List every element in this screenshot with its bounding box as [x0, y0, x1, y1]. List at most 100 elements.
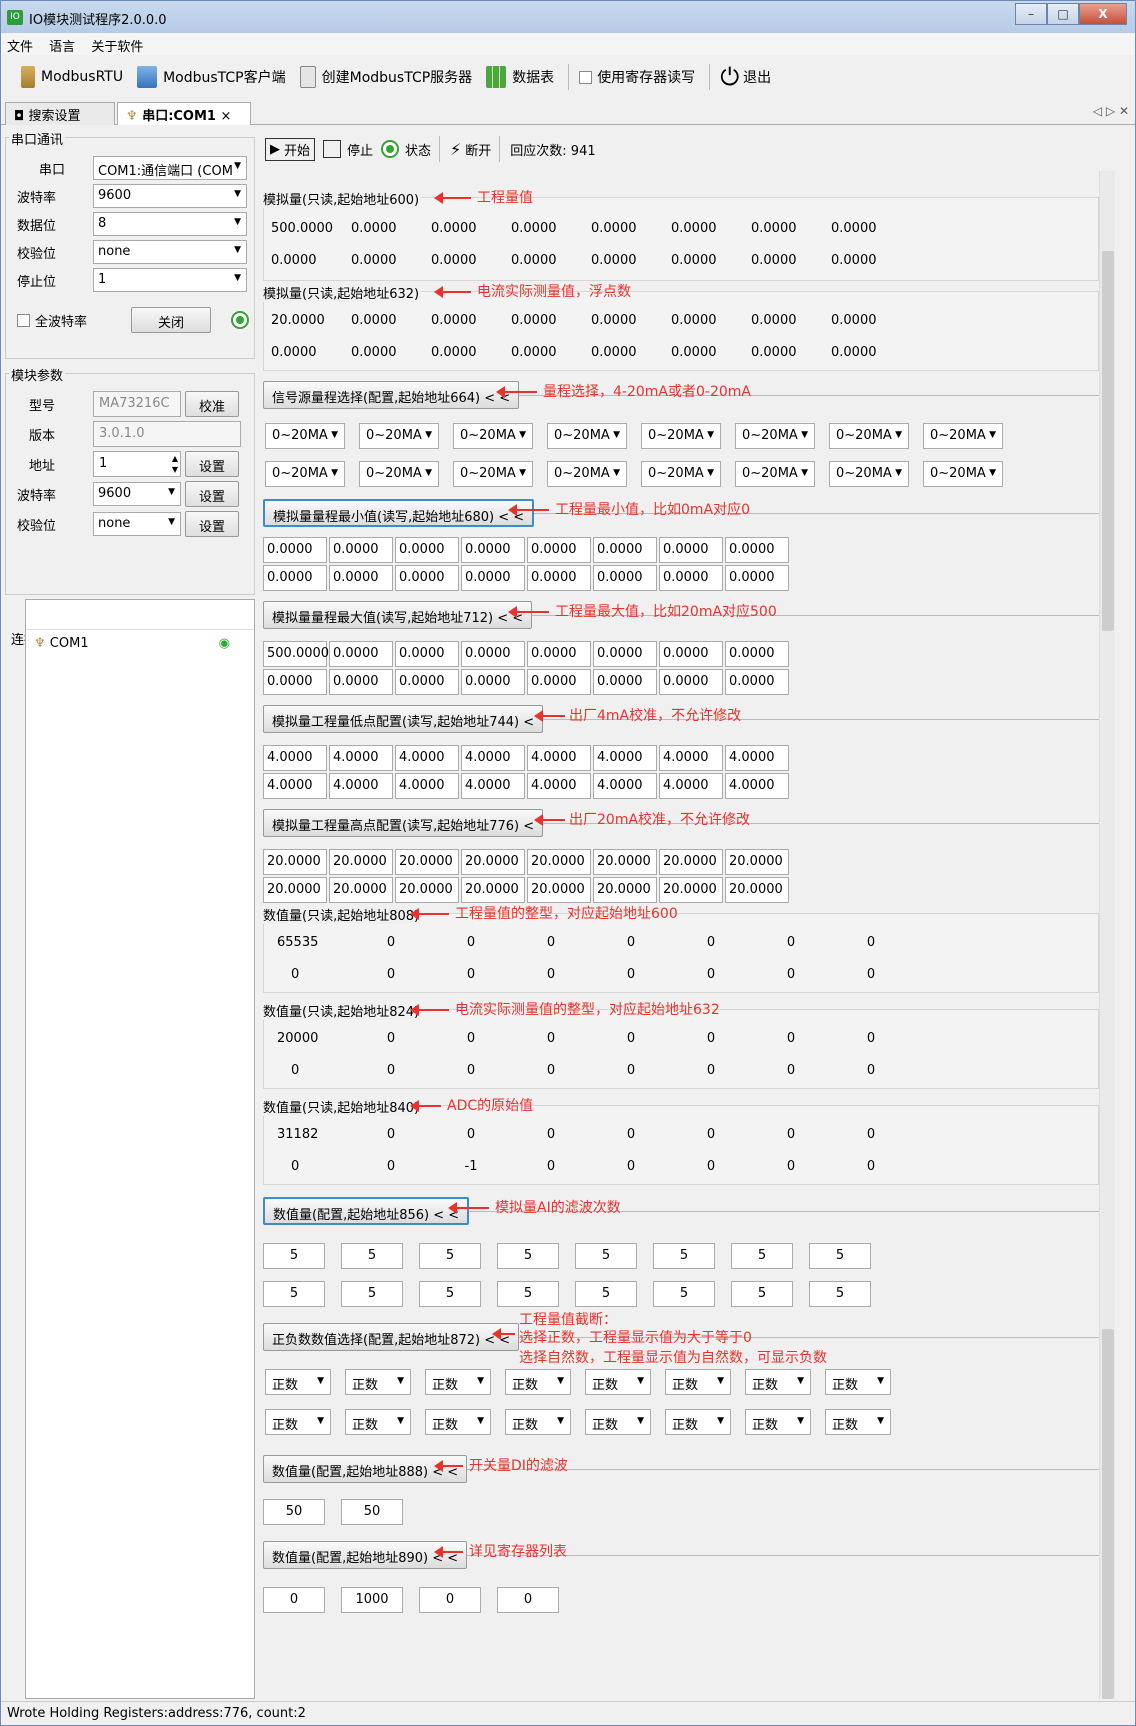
set-baud-button[interactable]: 设置 [185, 481, 239, 507]
maximize-button[interactable]: □ [1047, 3, 1079, 25]
range-select[interactable]: 0~20MA ▼ [829, 423, 909, 449]
close-window-button[interactable]: X [1079, 3, 1127, 25]
range-select[interactable]: 0~20MA ▼ [829, 461, 909, 487]
value-input[interactable]: 5 [419, 1243, 481, 1269]
scrollbar-thumb[interactable] [1102, 251, 1114, 631]
range-select[interactable]: 0~20MA ▼ [359, 423, 439, 449]
value-input[interactable]: 5 [575, 1243, 637, 1269]
value-input[interactable]: 4.0000 [329, 745, 393, 771]
value-input[interactable]: 50 [263, 1499, 325, 1525]
value-input[interactable]: 5 [809, 1281, 871, 1307]
value-input[interactable]: 0.0000 [329, 669, 393, 695]
sign-select[interactable]: 正数 ▼ [265, 1409, 331, 1435]
value-input[interactable]: 5 [653, 1281, 715, 1307]
value-input[interactable]: 20.0000 [659, 849, 723, 875]
value-input[interactable]: 0.0000 [263, 669, 327, 695]
value-input[interactable]: 5 [263, 1243, 325, 1269]
sign-select[interactable]: 正数 ▼ [585, 1369, 651, 1395]
scrollbar-thumb[interactable] [1102, 1329, 1114, 1699]
value-input[interactable]: 0.0000 [725, 669, 789, 695]
start-button[interactable]: ▶ 开始 [265, 137, 316, 161]
range-select[interactable]: 0~20MA ▼ [359, 461, 439, 487]
value-input[interactable]: 4.0000 [263, 773, 327, 799]
value-input[interactable]: 0.0000 [593, 565, 657, 591]
value-input[interactable]: 5 [653, 1243, 715, 1269]
value-input[interactable]: 0 [419, 1587, 481, 1613]
sign-select[interactable]: 正数 ▼ [665, 1369, 731, 1395]
spinner-arrows-icon[interactable]: ▲ ▼ [172, 453, 178, 475]
value-input[interactable]: 4.0000 [527, 745, 591, 771]
status-button[interactable]: 状态 [381, 140, 431, 159]
value-input[interactable]: 0.0000 [527, 537, 591, 563]
range-select[interactable]: 0~20MA ▼ [453, 461, 533, 487]
value-input[interactable]: 5 [341, 1243, 403, 1269]
value-input[interactable]: 20.0000 [263, 877, 327, 903]
value-input[interactable]: 20.0000 [461, 849, 525, 875]
value-input[interactable]: 0.0000 [461, 669, 525, 695]
port-select[interactable]: COM1:通信端口 (COM ▼ [93, 156, 247, 180]
modbus-rtu-button[interactable]: ModbusRTU [21, 66, 123, 88]
value-input[interactable]: 4.0000 [725, 745, 789, 771]
minimize-button[interactable]: – [1015, 3, 1047, 25]
value-input[interactable]: 20.0000 [395, 849, 459, 875]
value-input[interactable]: 0.0000 [527, 565, 591, 591]
value-input[interactable]: 5 [497, 1281, 559, 1307]
value-input[interactable]: 4.0000 [329, 773, 393, 799]
value-input[interactable]: 0.0000 [593, 537, 657, 563]
range-select[interactable]: 0~20MA ▼ [453, 423, 533, 449]
range-select[interactable]: 0~20MA ▼ [265, 461, 345, 487]
value-input[interactable]: 20.0000 [725, 849, 789, 875]
sign-select[interactable]: 正数 ▼ [505, 1369, 571, 1395]
value-input[interactable]: 0.0000 [395, 537, 459, 563]
value-input[interactable]: 0.0000 [593, 669, 657, 695]
value-input[interactable]: 4.0000 [461, 745, 525, 771]
sign-select[interactable]: 正数 ▼ [345, 1409, 411, 1435]
value-input[interactable]: 0.0000 [263, 565, 327, 591]
disconnect-button[interactable]: ⚡ 断开 [450, 140, 491, 159]
tab-com1[interactable]: ♆ 串口:COM1 × [117, 102, 251, 125]
value-input[interactable]: 0.0000 [461, 537, 525, 563]
stop-button[interactable]: 停止 [323, 140, 373, 159]
module-baud-select[interactable]: 9600 ▼ [93, 482, 181, 506]
all-baud-checkbox[interactable] [17, 313, 30, 327]
value-input[interactable]: 20.0000 [527, 877, 591, 903]
vertical-scrollbar[interactable] [1099, 171, 1115, 1699]
value-input[interactable]: 5 [731, 1243, 793, 1269]
value-input[interactable]: 0.0000 [659, 669, 723, 695]
value-input[interactable]: 4.0000 [395, 745, 459, 771]
sign-select[interactable]: 正数 ▼ [505, 1409, 571, 1435]
value-input[interactable]: 0.0000 [263, 537, 327, 563]
exit-button[interactable]: ⏻ 退出 [720, 63, 771, 91]
value-input[interactable]: 5 [497, 1243, 559, 1269]
value-input[interactable]: 0 [497, 1587, 559, 1613]
baud-select[interactable]: 9600 ▼ [93, 184, 247, 208]
section-664-button[interactable]: 信号源量程选择(配置,起始地址664) < < [263, 381, 520, 409]
value-input[interactable]: 20.0000 [593, 849, 657, 875]
value-input[interactable]: 0.0000 [725, 641, 789, 667]
value-input[interactable]: 0.0000 [593, 641, 657, 667]
sign-select[interactable]: 正数 ▼ [825, 1409, 891, 1435]
value-input[interactable]: 0.0000 [527, 669, 591, 695]
value-input[interactable]: 4.0000 [527, 773, 591, 799]
use-register-rw-checkbox[interactable]: 使用寄存器读写 [579, 67, 695, 87]
sign-select[interactable]: 正数 ▼ [265, 1369, 331, 1395]
value-input[interactable]: 20.0000 [461, 877, 525, 903]
sign-select[interactable]: 正数 ▼ [665, 1409, 731, 1435]
value-input[interactable]: 4.0000 [263, 745, 327, 771]
value-input[interactable]: 4.0000 [395, 773, 459, 799]
value-input[interactable]: 5 [575, 1281, 637, 1307]
value-input[interactable]: 20.0000 [263, 849, 327, 875]
value-input[interactable]: 20.0000 [329, 877, 393, 903]
close-port-button[interactable]: 关闭 [131, 307, 211, 333]
value-input[interactable]: 0.0000 [395, 669, 459, 695]
value-input[interactable]: 4.0000 [659, 745, 723, 771]
section-776-button[interactable]: 模拟量工程量高点配置(读写,起始地址776) < [263, 809, 544, 837]
calibrate-button[interactable]: 校准 [185, 391, 239, 417]
range-select[interactable]: 0~20MA ▼ [265, 423, 345, 449]
sign-select[interactable]: 正数 ▼ [425, 1369, 491, 1395]
value-input[interactable]: 20.0000 [725, 877, 789, 903]
value-input[interactable]: 0.0000 [461, 641, 525, 667]
value-input[interactable]: 0.0000 [329, 537, 393, 563]
value-input[interactable]: 20.0000 [593, 877, 657, 903]
value-input[interactable]: 50 [341, 1499, 403, 1525]
